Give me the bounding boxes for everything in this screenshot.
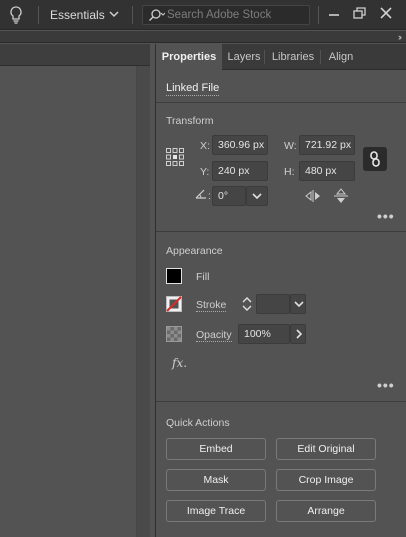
tab-properties[interactable]: Properties: [156, 44, 222, 71]
x-label: X:: [200, 140, 210, 152]
stock-search-input[interactable]: Search Adobe Stock: [142, 5, 310, 25]
opacity-label[interactable]: Opacity: [196, 329, 232, 342]
stroke-swatch[interactable]: [166, 296, 182, 312]
link-proportions-button[interactable]: [363, 147, 387, 171]
properties-panel: Properties Layers Libraries Align Linked…: [155, 44, 406, 537]
divider: [38, 6, 39, 24]
search-placeholder: Search Adobe Stock: [167, 9, 272, 21]
divider: [264, 50, 265, 64]
x-field[interactable]: 360.96 px: [212, 135, 268, 155]
rotate-field[interactable]: 0°: [212, 186, 246, 206]
tab-layers[interactable]: Layers: [224, 44, 264, 70]
panel-tabs: Properties Layers Libraries Align: [156, 44, 406, 71]
transform-more-options-icon[interactable]: •••: [377, 208, 395, 224]
transform-title: Transform: [166, 115, 214, 127]
fill-label: Fill: [196, 271, 210, 283]
divider: [156, 102, 406, 103]
quick-actions-title: Quick Actions: [166, 417, 230, 429]
tab-libraries[interactable]: Libraries: [266, 44, 320, 70]
y-field[interactable]: 240 px: [212, 161, 268, 181]
stroke-weight-dropdown[interactable]: [290, 294, 306, 314]
document-area[interactable]: [0, 44, 150, 537]
opacity-field[interactable]: 100%: [238, 324, 290, 344]
appearance-more-options-icon[interactable]: •••: [377, 377, 395, 393]
minimize-icon[interactable]: [324, 4, 344, 22]
divider: [156, 401, 406, 402]
embed-button[interactable]: Embed: [166, 438, 266, 460]
appearance-title: Appearance: [166, 245, 223, 257]
close-icon[interactable]: [376, 4, 396, 22]
w-field[interactable]: 721.92 px: [299, 135, 355, 155]
collapse-panels-icon[interactable]: ››: [398, 32, 402, 42]
search-icon: [149, 9, 165, 21]
flip-horizontal-icon[interactable]: [305, 190, 321, 202]
h-field[interactable]: 480 px: [299, 161, 355, 181]
w-label: W:: [284, 140, 297, 152]
rotate-icon: [195, 189, 206, 199]
reference-point-icon[interactable]: [166, 148, 184, 166]
application-bar: Essentials Search Adobe Stock: [0, 0, 406, 30]
image-trace-button[interactable]: Image Trace: [166, 500, 266, 522]
chevron-down-icon: [252, 193, 262, 200]
crop-image-button[interactable]: Crop Image: [276, 469, 376, 491]
stroke-weight-field[interactable]: [256, 294, 290, 314]
stroke-label[interactable]: Stroke: [196, 299, 227, 312]
flip-vertical-icon[interactable]: [334, 188, 348, 204]
vertical-ruler: [137, 66, 150, 537]
lightbulb-icon[interactable]: [8, 5, 24, 25]
fill-swatch[interactable]: [166, 268, 182, 284]
chevron-down-icon: [294, 301, 304, 308]
arrange-button[interactable]: Arrange: [276, 500, 376, 522]
rotate-dropdown[interactable]: [246, 186, 268, 206]
chevron-down-icon[interactable]: [109, 10, 119, 18]
restore-icon[interactable]: [349, 4, 369, 22]
tab-align[interactable]: Align: [322, 44, 360, 70]
chevron-right-icon: [296, 329, 303, 339]
stroke-weight-stepper-icon[interactable]: [241, 295, 253, 313]
document-tab-bar: [0, 44, 150, 66]
panel-dock-header: ››: [0, 31, 406, 43]
opacity-slider-button[interactable]: [290, 324, 306, 344]
fx-icon[interactable]: fx.: [172, 356, 187, 370]
y-label: Y:: [200, 166, 210, 178]
rotate-label: :: [208, 190, 211, 202]
workspace-switcher[interactable]: Essentials: [50, 8, 105, 22]
linked-file-link[interactable]: Linked File: [166, 82, 220, 96]
h-label: H:: [284, 166, 295, 178]
mask-button[interactable]: Mask: [166, 469, 266, 491]
divider: [132, 6, 133, 24]
divider: [318, 6, 319, 24]
opacity-icon: [166, 326, 182, 342]
divider: [320, 50, 321, 64]
edit-original-button[interactable]: Edit Original: [276, 438, 376, 460]
divider: [156, 231, 406, 232]
link-proportions-icon: [370, 151, 380, 167]
